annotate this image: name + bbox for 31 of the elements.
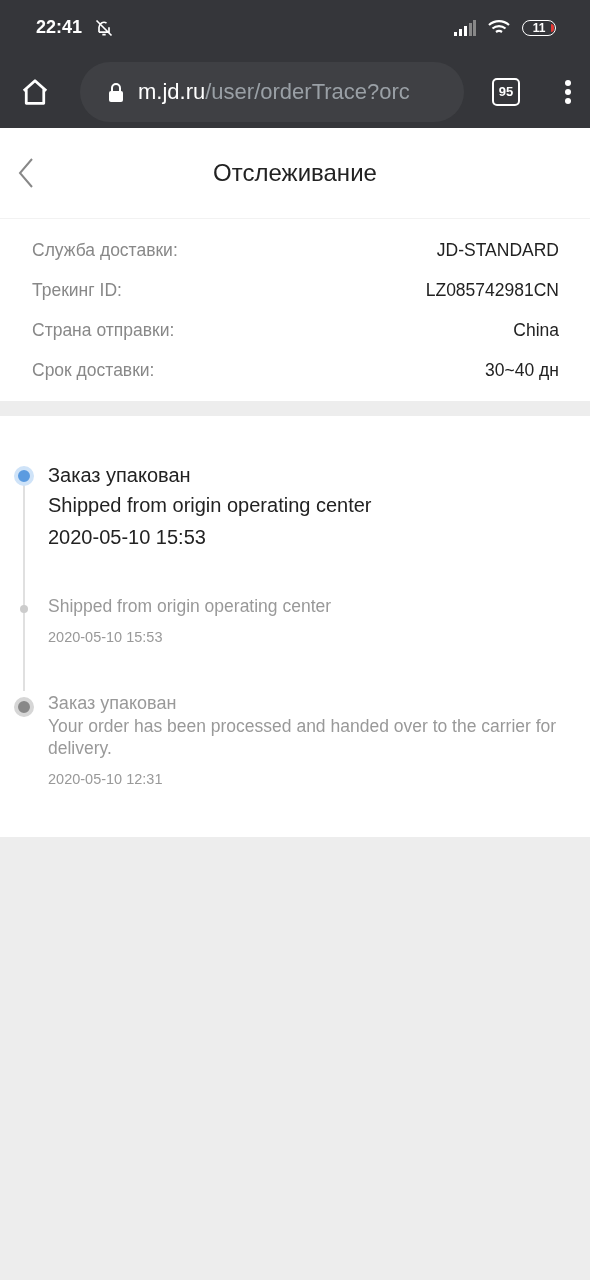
tab-count-button[interactable]: 95 [492,77,520,106]
signal-icon [454,19,476,36]
info-value: China [513,319,559,341]
lock-icon [108,81,124,102]
bell-off-icon [94,17,115,38]
info-label: Срок доставки: [32,359,155,381]
timeline-dot [14,466,34,486]
url-text: m.jd.ru/user/orderTrace?orc [138,78,410,105]
timeline-dot [20,605,28,613]
back-icon [18,158,34,188]
wifi-icon [488,19,510,36]
timeline-dot [14,697,34,717]
info-value: LZ085742981CN [425,279,559,301]
info-label: Служба доставки: [32,239,178,261]
event-description: Shipped from origin operating center [48,493,373,518]
info-value: 30~40 дн [485,359,559,381]
info-label: Страна отправки: [32,319,175,341]
event-title: Заказ упакован [48,692,178,715]
status-time: 22:41 [36,17,83,38]
home-icon[interactable] [20,76,50,107]
info-value: JD-STANDARD [436,239,559,261]
page-title: Отслеживание [212,159,378,187]
event-time: 2020-05-10 15:53 [48,629,164,645]
address-bar[interactable]: m.jd.ru/user/orderTrace?orc [80,61,464,122]
event-time: 2020-05-10 12:31 [48,771,164,787]
event-description: Shipped from origin operating center [48,595,333,617]
more-icon[interactable] [564,78,572,105]
event-title: Заказ упакован [48,463,192,488]
info-label: Трекинг ID: [32,279,122,301]
event-description: Your order has been processed and handed over to the carrier for delivery. [48,715,558,759]
event-time: 2020-05-10 15:53 [48,526,207,549]
